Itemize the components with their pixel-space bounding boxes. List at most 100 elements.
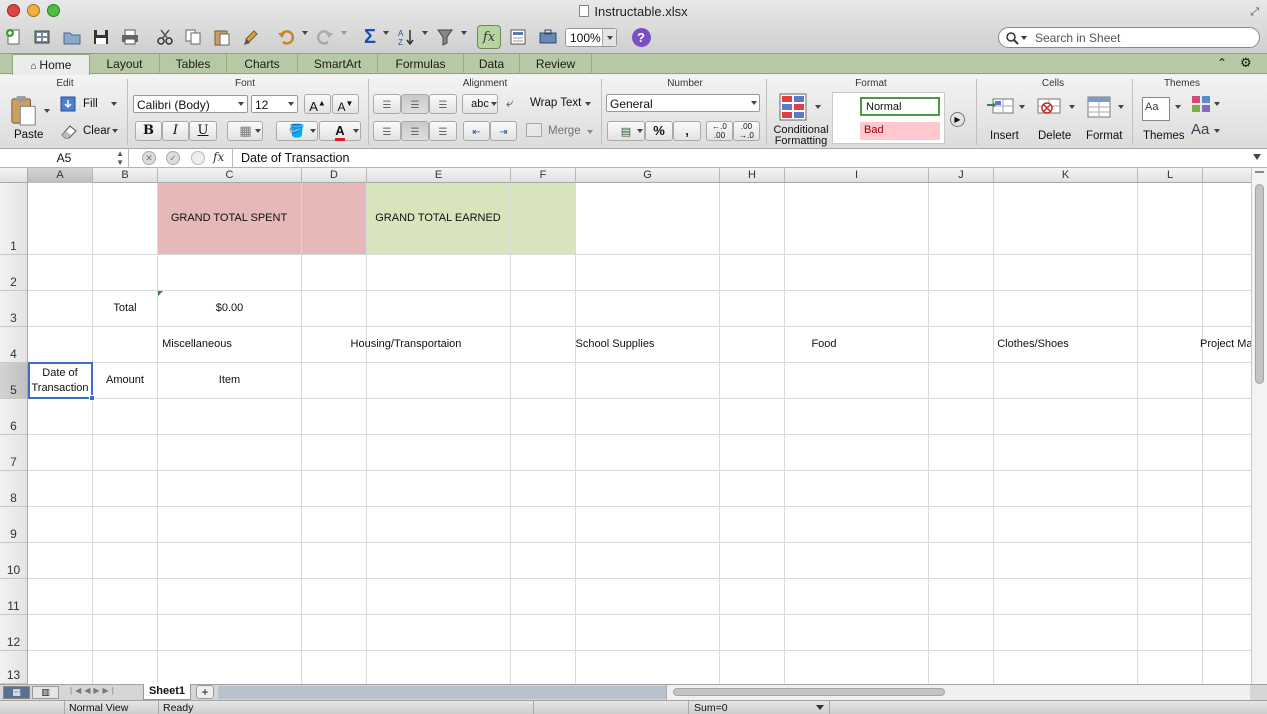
clear-dropdown-icon[interactable] [112, 129, 118, 133]
decrease-decimal-button[interactable]: .00 →.0 [733, 121, 760, 141]
paste-dropdown-icon[interactable] [44, 109, 50, 113]
align-bottom-button[interactable]: ☰ [429, 94, 457, 114]
font-size-select[interactable]: 12 [251, 95, 298, 113]
paste-toolbar-icon[interactable] [210, 25, 234, 49]
row-header-4[interactable]: 4 [0, 327, 28, 363]
row-header-7[interactable]: 7 [0, 435, 28, 471]
percent-button[interactable]: % [645, 121, 673, 141]
sum-dropdown-icon[interactable] [816, 705, 824, 710]
col-header-c[interactable]: C [158, 168, 302, 183]
tab-layout[interactable]: Layout [90, 54, 160, 74]
style-bad[interactable]: Bad [860, 122, 940, 140]
vertical-scrollbar[interactable] [1251, 168, 1267, 684]
toolbox-icon[interactable] [536, 25, 560, 49]
font-color-button[interactable]: A [319, 121, 361, 141]
gallery-icon[interactable] [506, 25, 530, 49]
sheet-navigation-icons[interactable]: |◀◀▶▶| [70, 686, 117, 695]
cut-icon[interactable] [153, 25, 177, 49]
merge-dropdown-icon[interactable] [587, 130, 593, 134]
col-header-j[interactable]: J [929, 168, 994, 183]
row-header-10[interactable]: 10 [0, 543, 28, 579]
increase-indent-button[interactable]: ⇥ [490, 121, 517, 141]
split-handle-icon[interactable] [1255, 171, 1264, 173]
row-header-9[interactable]: 9 [0, 507, 28, 543]
row-header-5[interactable]: 5 [0, 363, 28, 399]
align-center-button[interactable]: ☰ [401, 121, 429, 141]
themes-button[interactable]: Aa Themes [1138, 95, 1185, 145]
decrease-indent-button[interactable]: ⇤ [463, 121, 490, 141]
zoom-dropdown-icon[interactable] [602, 29, 616, 46]
align-middle-button[interactable]: ☰ [401, 94, 429, 114]
col-header-g[interactable]: G [576, 168, 720, 183]
fill-button[interactable]: Fill [60, 96, 120, 114]
row-header-12[interactable]: 12 [0, 615, 28, 651]
font-name-dropdown-icon[interactable] [238, 102, 244, 106]
align-left-button[interactable]: ☰ [373, 121, 401, 141]
borders-button[interactable]: ▦ [227, 121, 263, 141]
tab-home[interactable]: ⌂ Home [12, 54, 90, 75]
paste-button[interactable]: Paste [8, 95, 50, 149]
format-dropdown-icon[interactable] [1118, 105, 1124, 109]
confirm-entry-icon[interactable]: ✓ [166, 151, 180, 165]
redo-dropdown-icon[interactable] [341, 31, 347, 35]
align-right-button[interactable]: ☰ [429, 121, 457, 141]
font-color-dropdown-icon[interactable] [353, 129, 359, 133]
sort-dropdown-icon[interactable] [422, 31, 428, 35]
cell-c1[interactable]: GRAND TOTAL SPENT [158, 183, 300, 254]
bold-button[interactable]: B [135, 121, 162, 141]
fill-dropdown-icon[interactable] [111, 102, 117, 106]
orientation-dropdown-icon[interactable] [491, 102, 497, 106]
new-workbook-icon[interactable] [2, 25, 26, 49]
cell-j4-clothes[interactable]: Clothes/Shoes [929, 327, 1137, 362]
insert-cells-button[interactable]: Insert [983, 95, 1027, 145]
tab-formulas[interactable]: Formulas [378, 54, 464, 74]
select-all-corner[interactable] [0, 168, 28, 183]
row-header-2[interactable]: 2 [0, 255, 28, 291]
insert-dropdown-icon[interactable] [1019, 105, 1025, 109]
number-format-dropdown-icon[interactable] [751, 101, 757, 105]
cell-h4-food[interactable]: Food [720, 327, 928, 362]
cell-f4-school-supplies[interactable]: School Supplies [511, 327, 719, 362]
sum-indicator[interactable]: Sum=0 [688, 701, 830, 714]
cell-b4-miscellaneous[interactable]: Miscellaneous [93, 327, 301, 362]
filter-icon[interactable] [434, 25, 458, 49]
cell-e1[interactable]: GRAND TOTAL EARNED [367, 183, 509, 254]
expand-formula-icon[interactable] [1253, 154, 1261, 160]
increase-decimal-button[interactable]: ←.0.00 [706, 121, 733, 141]
align-top-button[interactable]: ☰ [373, 94, 401, 114]
increase-font-size-button[interactable]: A▲ [304, 94, 331, 114]
cell-c5-item[interactable]: Item [158, 363, 301, 398]
format-painter-icon[interactable] [240, 25, 264, 49]
clear-button[interactable]: Clear [60, 123, 120, 141]
undo-dropdown-icon[interactable] [302, 31, 308, 35]
tab-data[interactable]: Data [464, 54, 520, 74]
col-header-f[interactable]: F [511, 168, 576, 183]
col-header-b[interactable]: B [93, 168, 158, 183]
add-sheet-button[interactable]: + [196, 685, 214, 699]
number-format-select[interactable]: General [606, 94, 760, 112]
cell-l4-project[interactable]: Project Ma [1138, 327, 1251, 362]
conditional-formatting-dropdown-icon[interactable] [815, 105, 821, 109]
underline-button[interactable]: U [189, 121, 217, 141]
borders-dropdown-icon[interactable] [255, 129, 261, 133]
format-cells-button[interactable]: Format [1082, 95, 1126, 145]
delete-cells-button[interactable]: Delete [1032, 95, 1076, 145]
style-normal[interactable]: Normal [860, 97, 940, 116]
row-header-8[interactable]: 8 [0, 471, 28, 507]
themes-dropdown-icon[interactable] [1175, 105, 1181, 109]
currency-dropdown-icon[interactable] [637, 129, 643, 133]
theme-colors-dropdown-icon[interactable] [1214, 102, 1220, 106]
page-layout-view-icon[interactable]: ▥ [32, 686, 59, 699]
normal-view-icon[interactable]: ▦ [3, 686, 30, 699]
cancel-entry-icon[interactable]: ✕ [142, 151, 156, 165]
col-header-h[interactable]: H [720, 168, 785, 183]
font-size-dropdown-icon[interactable] [288, 102, 294, 106]
print-icon[interactable] [118, 25, 142, 49]
text-orientation-button[interactable]: abc [462, 94, 498, 114]
fullscreen-icon[interactable]: ⤢ [1250, 6, 1259, 19]
filter-dropdown-icon[interactable] [461, 31, 467, 35]
theme-fonts-button[interactable]: Aa [1191, 121, 1221, 141]
col-header-i[interactable]: I [785, 168, 929, 183]
conditional-formatting-button[interactable]: Conditional Formatting [770, 93, 830, 147]
name-box-stepper-icon[interactable]: ▲ ▼ [116, 149, 124, 167]
